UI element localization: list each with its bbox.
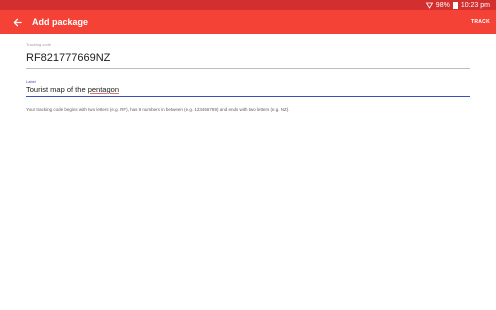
arrow-back-icon (13, 18, 22, 26)
status-bar: 98% 10:23 pm (0, 0, 496, 10)
tracking-code-field[interactable]: Tracking code RF821777669NZ (26, 42, 470, 69)
battery-percent: 98% (435, 1, 450, 9)
label-input[interactable]: Tourist map of the pentagon (26, 85, 470, 97)
add-package-form: Tracking code RF821777669NZ Label Touris… (26, 42, 470, 112)
clock: 10:23 pm (460, 1, 490, 9)
battery-icon (452, 1, 458, 9)
label-field[interactable]: Label Tourist map of the pentagon (26, 79, 470, 97)
label-caption: Label (26, 79, 36, 84)
tracking-code-hint: Your tracking code begins with two lette… (26, 107, 290, 112)
tracking-code-input[interactable]: RF821777669NZ (26, 51, 470, 69)
signal-icon (425, 2, 433, 9)
tracking-code-label: Tracking code (26, 42, 51, 47)
page-title: Add package (32, 17, 89, 27)
label-input-spellcheck-word: pentagon (87, 85, 119, 94)
track-button[interactable]: TRACK (471, 10, 490, 34)
back-button[interactable] (10, 15, 24, 29)
app-bar: Add package TRACK (0, 10, 496, 34)
label-input-text: Tourist map of the (26, 85, 88, 94)
